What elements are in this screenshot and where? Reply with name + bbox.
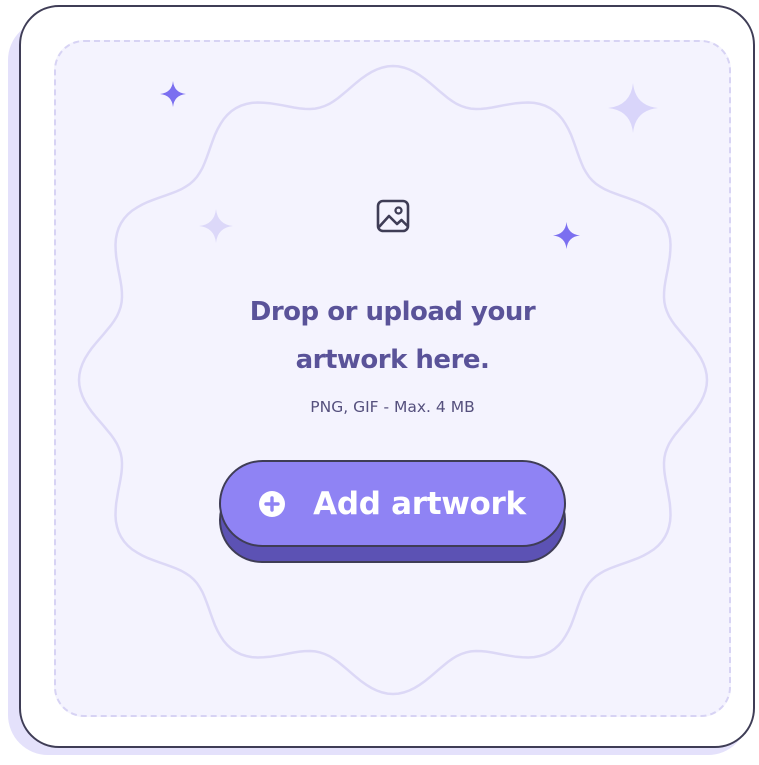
- plus-circle-icon: [259, 490, 286, 517]
- sparkle-icon: [608, 83, 658, 133]
- file-requirements-text: PNG, GIF - Max. 4 MB: [310, 398, 475, 416]
- upload-title-line1: Drop or upload your: [249, 297, 536, 327]
- upload-title: Drop or upload your artwork here.: [180, 288, 605, 384]
- image-icon: [376, 199, 410, 233]
- add-artwork-button-label: Add artwork: [313, 485, 526, 522]
- sparkle-icon: [553, 222, 580, 249]
- upload-title-line2: artwork here.: [295, 345, 490, 375]
- add-artwork-button[interactable]: Add artwork: [219, 460, 566, 547]
- sparkle-icon: [160, 81, 186, 107]
- sparkle-icon: [199, 209, 233, 243]
